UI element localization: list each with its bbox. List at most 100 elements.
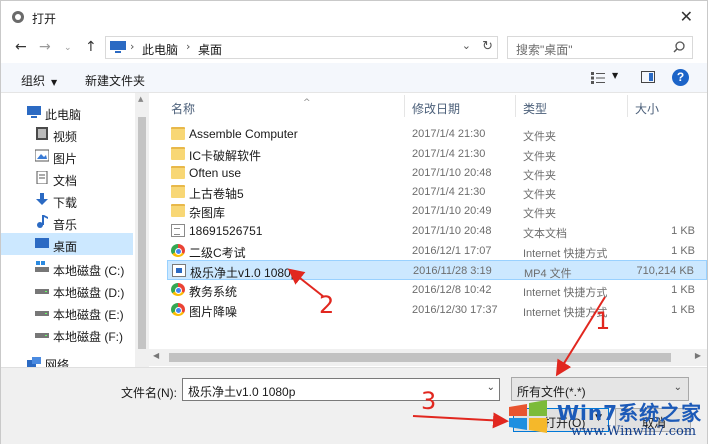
command-bar: 组织 ▼ 新建文件夹 ▼ ? (1, 63, 707, 93)
nav-label: 文档 (53, 174, 78, 188)
list-item[interactable]: 18691526751 2017/1/10 20:48 文本文档 1 KB (167, 221, 707, 241)
computer-icon (110, 41, 126, 53)
internet-shortcut-icon (171, 303, 185, 316)
search-icon (673, 41, 685, 53)
nav-item-downloads[interactable]: 下载 (1, 189, 133, 211)
list-item[interactable]: IC卡破解软件 2017/1/4 21:30 文件夹 (167, 144, 707, 164)
file-type: 文件夹 (523, 131, 556, 143)
watermark-url: www.Winwin7.com (571, 424, 697, 439)
column-header-size[interactable]: 大小 (635, 100, 659, 117)
file-size: 710,214 KB (636, 265, 695, 277)
filename-input[interactable]: 极乐净土v1.0 1080p ⌄ (182, 378, 500, 401)
list-item[interactable]: Assemble Computer 2017/1/4 21:30 文件夹 (167, 124, 707, 144)
breadcrumb-this-pc[interactable]: 此电脑 (142, 41, 178, 58)
column-divider[interactable] (404, 95, 405, 117)
watermark: Win7系统之家 www.Winwin7.com (505, 393, 708, 444)
breadcrumb-separator-icon: › (130, 40, 135, 53)
nav-item-music[interactable]: 音乐 (1, 211, 133, 233)
open-file-dialog: 打开 ✕ ← → ⌄ ↑ › 此电脑 › 桌面 ⌄ ↻ 搜索"桌面" 组织 ▼ 新… (0, 0, 708, 444)
file-name: 二级C考试 (189, 246, 246, 260)
title-bar: 打开 ✕ (1, 1, 707, 33)
windows-drive-icon (35, 261, 49, 272)
file-date: 2016/12/30 17:37 (412, 304, 498, 316)
list-item[interactable]: 二级C考试 2016/12/1 17:07 Internet 快捷方式 1 KB (167, 241, 707, 261)
search-input[interactable]: 搜索"桌面" (507, 36, 693, 59)
nav-item-drive-e[interactable]: 本地磁盘 (E:) (1, 301, 133, 323)
address-bar[interactable]: › 此电脑 › 桌面 ⌄ ↻ (105, 36, 498, 59)
filename-value: 极乐净土v1.0 1080p (188, 385, 296, 399)
new-folder-button[interactable]: 新建文件夹 (85, 72, 145, 89)
video-folder-icon (36, 127, 48, 140)
chevron-down-icon[interactable]: ⌄ (487, 382, 495, 393)
nav-label: 此电脑 (45, 108, 82, 122)
nav-item-documents[interactable]: 文档 (1, 167, 133, 189)
up-arrow-icon[interactable]: ↑ (85, 39, 97, 55)
breadcrumb-desktop[interactable]: 桌面 (198, 41, 222, 58)
recent-locations-chevron-icon[interactable]: ⌄ (64, 43, 72, 53)
file-size: 1 KB (671, 304, 695, 316)
help-icon[interactable]: ? (672, 69, 689, 86)
nav-item-network[interactable]: 网络 (1, 353, 133, 367)
preview-pane-icon[interactable] (641, 71, 655, 83)
nav-item-videos[interactable]: 视频 (1, 123, 133, 145)
scroll-up-icon[interactable]: ▲ (138, 95, 143, 103)
close-icon[interactable]: ✕ (680, 7, 693, 26)
scroll-left-icon[interactable]: ◀ (153, 351, 159, 360)
file-name: Often use (189, 166, 242, 180)
organize-button[interactable]: 组织 ▼ (21, 72, 57, 89)
list-item-selected[interactable]: 极乐净土v1.0 1080p 2016/11/28 3:19 MP4 文件 71… (167, 260, 707, 280)
file-size: 1 KB (671, 284, 695, 296)
search-placeholder: 搜索"桌面" (516, 43, 573, 57)
view-options-icon[interactable] (591, 72, 605, 84)
nav-scrollbar[interactable]: ▲ (135, 93, 149, 367)
file-name: 18691526751 (189, 224, 263, 238)
back-arrow-icon[interactable]: ← (15, 39, 27, 55)
file-date: 2017/1/10 20:48 (412, 167, 492, 179)
file-date: 2016/12/1 17:07 (412, 245, 492, 257)
nav-item-drive-d[interactable]: 本地磁盘 (D:) (1, 279, 133, 301)
nav-item-drive-f[interactable]: 本地磁盘 (F:) (1, 323, 133, 345)
file-name: 教务系统 (189, 285, 238, 299)
list-item[interactable]: Often use 2017/1/10 20:48 文件夹 (167, 163, 707, 183)
filename-label: 文件名(N): (121, 386, 177, 400)
nav-item-drive-c[interactable]: 本地磁盘 (C:) (1, 257, 133, 279)
forward-arrow-icon[interactable]: → (39, 39, 51, 55)
nav-item-pictures[interactable]: 图片 (1, 145, 133, 167)
list-item[interactable]: 教务系统 2016/12/8 10:42 Internet 快捷方式 1 KB (167, 280, 707, 300)
drive-icon (35, 289, 49, 294)
app-icon (12, 11, 24, 23)
nav-item-this-pc[interactable]: 此电脑 (1, 101, 133, 123)
file-size: 1 KB (671, 245, 695, 257)
nav-label: 网络 (45, 358, 70, 367)
folder-icon (171, 166, 185, 179)
file-size: 1 KB (671, 225, 695, 237)
nav-item-desktop[interactable]: 桌面 (1, 233, 133, 255)
file-type: 文件夹 (523, 208, 556, 220)
address-dropdown-icon[interactable]: ⌄ (462, 39, 471, 52)
column-header-type[interactable]: 类型 (523, 100, 547, 117)
list-item[interactable]: 图片降噪 2016/12/30 17:37 Internet 快捷方式 1 KB (167, 300, 707, 320)
column-header-name[interactable]: 名称 ^ (171, 98, 311, 117)
drive-icon (35, 311, 49, 316)
list-item[interactable]: 杂图库 2017/1/10 20:49 文件夹 (167, 201, 707, 221)
nav-label: 本地磁盘 (D:) (53, 286, 125, 300)
view-caret-icon[interactable]: ▼ (612, 71, 618, 80)
nav-label: 视频 (53, 130, 78, 144)
scrollbar-thumb[interactable] (169, 353, 671, 362)
scrollbar-thumb[interactable] (138, 117, 146, 349)
file-type: 文件夹 (523, 189, 556, 201)
column-header-date[interactable]: 修改日期 (412, 100, 460, 117)
refresh-icon[interactable]: ↻ (482, 39, 493, 54)
internet-shortcut-icon (171, 244, 185, 257)
folder-icon (171, 147, 185, 160)
column-divider[interactable] (627, 95, 628, 117)
column-divider[interactable] (515, 95, 516, 117)
file-list: 名称 ^ 修改日期 类型 大小 Assemble Computer 2017/1/… (149, 93, 707, 367)
nav-label: 图片 (53, 152, 78, 166)
list-item[interactable]: 上古卷轴5 2017/1/4 21:30 文件夹 (167, 182, 707, 202)
horizontal-scrollbar[interactable]: ◀ ▶ (149, 349, 707, 366)
chevron-down-icon[interactable]: ⌄ (674, 382, 682, 393)
scroll-right-icon[interactable]: ▶ (695, 351, 701, 360)
internet-shortcut-icon (171, 283, 185, 296)
file-name: IC卡破解软件 (189, 149, 262, 163)
